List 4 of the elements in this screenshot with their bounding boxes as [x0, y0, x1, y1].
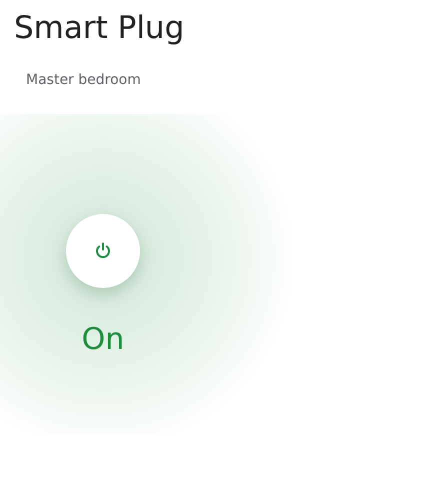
device-title: Smart Plug	[14, 9, 184, 48]
power-icon	[95, 242, 111, 260]
power-status: On	[82, 322, 124, 357]
room-label: Master bedroom	[26, 72, 141, 88]
